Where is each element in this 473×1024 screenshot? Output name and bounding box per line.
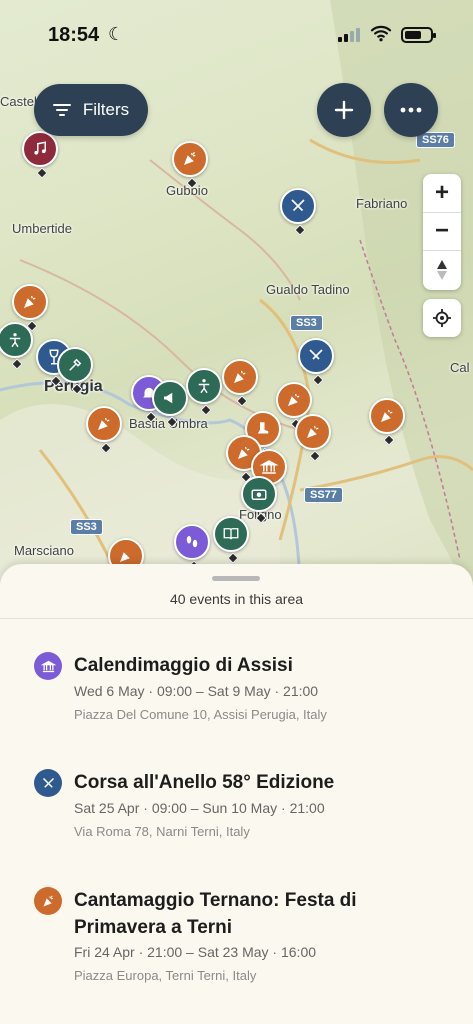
events-count: 40 events in this area bbox=[169, 591, 304, 607]
zoom-in-button[interactable]: + bbox=[423, 174, 461, 213]
museum-icon bbox=[34, 652, 62, 680]
place-label: Gubbio bbox=[166, 183, 208, 198]
festival-event-pin[interactable] bbox=[86, 406, 122, 442]
zoom-out-button[interactable]: − bbox=[423, 213, 461, 252]
zoom-controls: + − bbox=[423, 174, 461, 290]
add-event-button[interactable] bbox=[317, 83, 371, 137]
party-icon bbox=[288, 393, 300, 406]
road-shield: SS77 bbox=[304, 487, 343, 503]
festival-event-pin[interactable] bbox=[276, 382, 312, 418]
tools-icon bbox=[69, 358, 82, 371]
party-icon bbox=[34, 887, 62, 915]
sheet-handle[interactable] bbox=[212, 576, 260, 581]
event-location: Piazza Europa, Terni Terni, Italy bbox=[74, 968, 257, 983]
festival-event-pin[interactable] bbox=[222, 359, 258, 395]
wifi-icon bbox=[370, 25, 392, 42]
event-dates: Sat 25 Apr · 09:00 – Sun 10 May · 21:00 bbox=[74, 800, 325, 816]
party-icon bbox=[24, 295, 36, 308]
megaphone-icon bbox=[164, 392, 173, 404]
museum-icon bbox=[260, 460, 278, 474]
event-title: Calendimaggio di Assisi bbox=[74, 655, 293, 676]
event-dates: Fri 24 Apr · 21:00 – Sat 23 May · 16:00 bbox=[74, 944, 317, 960]
filters-label: Filters bbox=[82, 100, 130, 119]
person-icon bbox=[9, 333, 21, 348]
festival-event-pin[interactable] bbox=[295, 414, 331, 450]
person-icon bbox=[198, 379, 210, 394]
tour-event-pin[interactable] bbox=[174, 524, 210, 560]
festival-event-pin[interactable] bbox=[172, 141, 208, 177]
book-event-pin[interactable] bbox=[213, 516, 249, 552]
filter-lines-icon bbox=[52, 104, 71, 116]
place-label: Fabriano bbox=[356, 196, 408, 211]
festival-event-pin[interactable] bbox=[12, 284, 48, 320]
compass-icon bbox=[437, 260, 447, 281]
music-note-icon bbox=[34, 141, 46, 155]
road-shield: SS3 bbox=[290, 315, 323, 331]
party-icon bbox=[381, 409, 393, 422]
sport-event-pin[interactable] bbox=[186, 368, 222, 404]
book-icon bbox=[223, 528, 239, 540]
event-location: Piazza Del Comune 10, Assisi Perugia, It… bbox=[74, 707, 327, 722]
event-list-item[interactable]: Calendimaggio di Assisi Wed 6 May · 09:0… bbox=[34, 652, 454, 732]
location-target-icon bbox=[433, 309, 451, 327]
party-icon bbox=[307, 425, 319, 438]
place-label: Cal bbox=[450, 360, 470, 375]
more-options-button[interactable] bbox=[384, 83, 438, 137]
sport-event-pin[interactable] bbox=[57, 347, 93, 383]
party-icon bbox=[98, 417, 110, 430]
moon-icon: ☾ bbox=[108, 24, 125, 44]
event-title: Cantamaggio Ternano: Festa di Primavera … bbox=[74, 890, 357, 938]
boot-icon bbox=[257, 422, 269, 434]
cinema-event-pin[interactable] bbox=[241, 476, 277, 512]
sport-event-pin[interactable] bbox=[152, 380, 188, 416]
place-label: Gualdo Tadino bbox=[266, 282, 350, 297]
compass-button[interactable] bbox=[423, 251, 461, 290]
party-icon bbox=[184, 151, 196, 165]
event-location: Via Roma 78, Narni Terni, Italy bbox=[74, 824, 250, 839]
party-icon bbox=[234, 370, 246, 383]
event-dates: Wed 6 May · 09:00 – Sat 9 May · 21:00 bbox=[74, 683, 319, 699]
signal-icon bbox=[338, 28, 360, 42]
swords-icon bbox=[34, 769, 62, 797]
locate-me-button[interactable] bbox=[423, 299, 461, 337]
divider bbox=[0, 618, 473, 619]
event-title: Corsa all'Anello 58° Edizione bbox=[74, 772, 335, 793]
status-bar: 18:54 ☾ bbox=[0, 0, 473, 60]
historic-event-pin[interactable] bbox=[280, 188, 316, 224]
swords-icon bbox=[309, 349, 323, 360]
swords-icon bbox=[291, 199, 305, 212]
events-sheet[interactable]: 40 events in this area Calendimaggio di … bbox=[0, 564, 473, 1024]
event-list-item[interactable]: Cantamaggio Ternano: Festa di Primavera … bbox=[34, 887, 454, 987]
footprints-icon bbox=[186, 536, 198, 548]
camera-icon bbox=[251, 489, 267, 500]
festival-event-pin[interactable] bbox=[369, 398, 405, 434]
place-label: Marsciano bbox=[14, 543, 74, 558]
party-icon bbox=[120, 552, 130, 562]
music-event-pin[interactable] bbox=[22, 131, 58, 167]
place-label: Umbertide bbox=[12, 221, 72, 236]
filters-button[interactable]: Filters bbox=[34, 84, 148, 136]
battery-icon bbox=[401, 27, 436, 43]
road-shield: SS3 bbox=[70, 519, 103, 535]
event-list-item[interactable]: Corsa all'Anello 58° Edizione Sat 25 Apr… bbox=[34, 769, 454, 849]
plus-icon bbox=[334, 100, 354, 120]
more-dots-icon bbox=[400, 107, 422, 113]
clock: 18:54 bbox=[48, 24, 100, 46]
party-icon bbox=[238, 446, 250, 459]
historic-event-pin[interactable] bbox=[298, 338, 334, 374]
